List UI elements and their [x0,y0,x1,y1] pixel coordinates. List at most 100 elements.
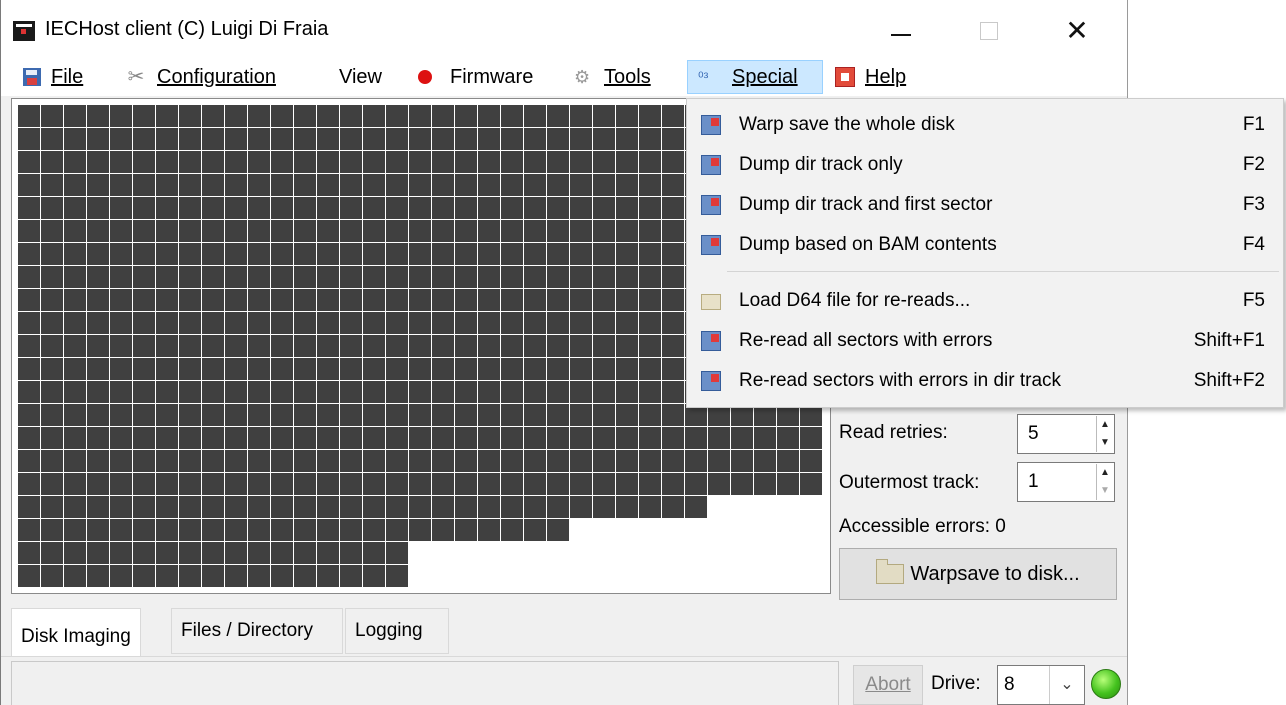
sector-cell [248,565,270,587]
sector-cell [616,243,638,265]
menu-view[interactable]: View [339,60,382,94]
sector-cell [547,381,569,403]
menu-special[interactable]: ⁰³ Special [687,60,823,94]
sector-cell [248,404,270,426]
sector-cell [593,427,615,449]
menu-help[interactable]: Help [835,60,906,94]
sector-cell [248,381,270,403]
sector-cell [248,542,270,564]
menu-special-label: Special [732,65,798,88]
abort-button[interactable]: Abort [853,665,923,705]
sector-cell [616,174,638,196]
maximize-button[interactable] [959,10,1019,52]
sector-cell [501,450,523,472]
sector-cell [156,151,178,173]
sector-cell [41,358,63,380]
spin-up-icon[interactable]: ▲ [1097,464,1113,482]
sector-cell [87,243,109,265]
sector-cell [662,174,684,196]
special-menu-item-warp-save[interactable]: Warp save the whole disk F1 [689,105,1281,145]
sector-cell [524,220,546,242]
sector-cell [662,381,684,403]
tools-icon: ⚙ [574,67,591,87]
special-menu-item-dump-dir-first-sector[interactable]: Dump dir track and first sector F3 [689,185,1281,225]
sector-cell [110,519,132,541]
sector-cell [133,128,155,150]
menu-file[interactable]: File [23,60,83,94]
outermost-track-value[interactable]: 1 [1028,471,1039,493]
sector-cell [340,151,362,173]
tab-disk-imaging[interactable]: Disk Imaging [11,608,141,658]
sector-cell [41,542,63,564]
special-menu-item-reread-dir[interactable]: Re-read sectors with errors in dir track… [689,361,1281,401]
menu-tools[interactable]: ⚙ Tools [574,60,651,94]
special-menu-item-dump-bam[interactable]: Dump based on BAM contents F4 [689,225,1281,265]
sector-cell [87,174,109,196]
sector-cell [455,473,477,495]
sector-cell [64,289,86,311]
sector-cell [18,312,40,334]
warpsave-button[interactable]: Warpsave to disk... [839,548,1117,600]
chevron-down-icon[interactable]: ⌄ [1049,666,1084,704]
sector-cell [777,450,799,472]
sector-cell [570,220,592,242]
sector-cell [87,427,109,449]
sector-cell [639,128,661,150]
sector-cell [639,151,661,173]
sector-cell [294,105,316,127]
sector-cell [662,266,684,288]
read-retries-value[interactable]: 5 [1028,423,1039,445]
sector-cell [41,450,63,472]
sector-cell [501,174,523,196]
sector-cell [64,427,86,449]
special-menu-item-dump-dir-track[interactable]: Dump dir track only F2 [689,145,1281,185]
menu-configuration[interactable]: ✂ Configuration [125,60,276,94]
spin-up-icon[interactable]: ▲ [1097,416,1113,434]
sector-cell [87,197,109,219]
sector-cell [708,473,730,495]
menu-firmware[interactable]: Firmware [414,60,533,94]
close-button[interactable]: ✕ [1047,10,1107,52]
sector-cell [662,450,684,472]
sector-cell [386,105,408,127]
sector-cell [386,519,408,541]
sector-cell [225,128,247,150]
sector-cell [271,220,293,242]
read-retries-spinner[interactable]: 5 ▲ ▼ [1017,414,1115,454]
menu-configuration-label: Configuration [157,65,276,88]
sector-cell [340,174,362,196]
spin-down-icon[interactable]: ▼ [1097,482,1113,500]
tab-files-directory[interactable]: Files / Directory [171,608,343,654]
special-menu-item-load-d64[interactable]: Load D64 file for re-reads... F5 [689,281,1281,321]
sector-cell [340,542,362,564]
sector-cell [294,381,316,403]
sector-cell [133,450,155,472]
sector-cell [616,105,638,127]
sector-cell [64,542,86,564]
sector-cell [547,473,569,495]
sector-cell [225,197,247,219]
sector-cell [616,473,638,495]
tab-logging[interactable]: Logging [345,608,449,654]
special-icon: ⁰³ [698,69,709,85]
sector-cell [41,427,63,449]
sector-cell [202,519,224,541]
sector-cell [616,496,638,518]
sector-cell [432,358,454,380]
sector-cell [547,151,569,173]
special-menu-item-reread-all[interactable]: Re-read all sectors with errors Shift+F1 [689,321,1281,361]
minimize-button[interactable] [871,10,931,52]
spin-down-icon[interactable]: ▼ [1097,434,1113,452]
sector-cell [317,128,339,150]
outermost-track-spinner[interactable]: 1 ▲ ▼ [1017,462,1115,502]
drive-select[interactable]: 8 ⌄ [997,665,1085,705]
sector-cell [317,358,339,380]
special-menu-dropdown: Warp save the whole disk F1 Dump dir tra… [686,98,1284,408]
sector-cell [87,381,109,403]
sector-cell [639,450,661,472]
sector-cell [386,312,408,334]
sector-cell [64,105,86,127]
sector-cell [478,266,500,288]
sector-cell [156,427,178,449]
sector-cell [64,312,86,334]
